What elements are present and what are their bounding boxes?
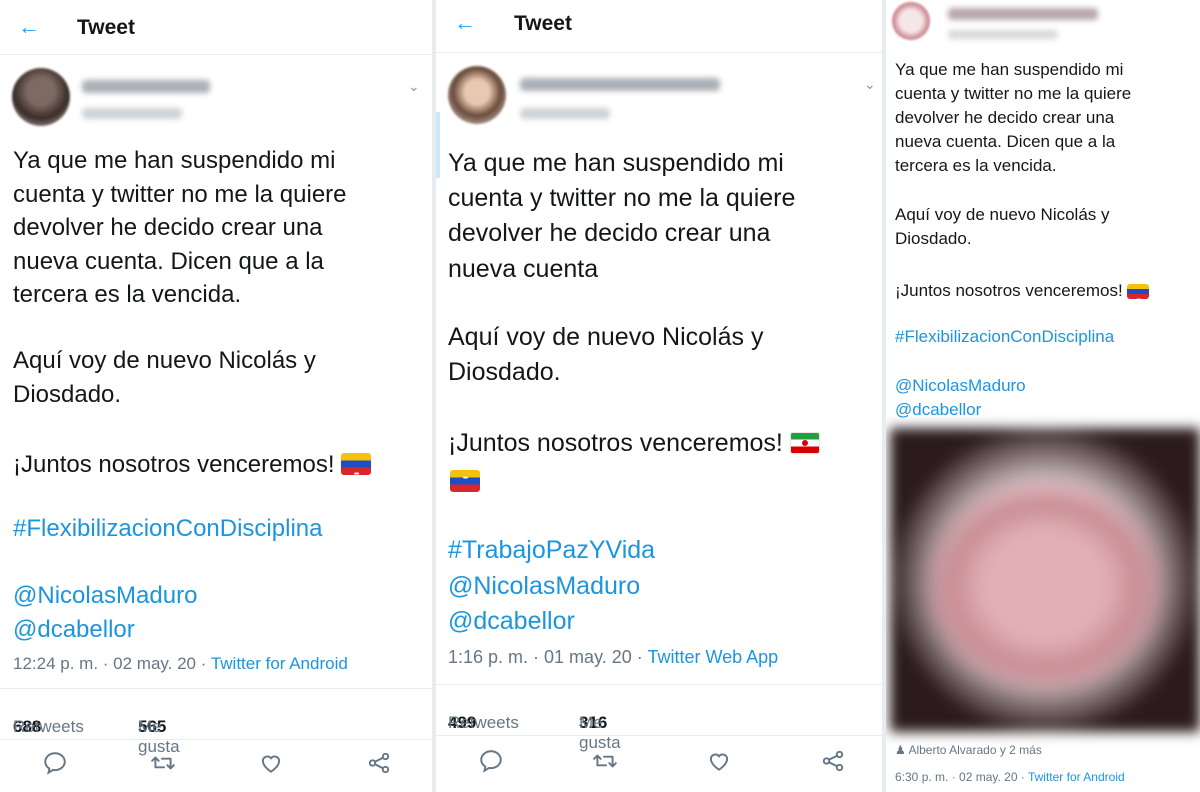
likes-label: Me gusta — [579, 713, 621, 752]
reply-icon[interactable] — [42, 750, 68, 776]
avatar[interactable] — [12, 68, 70, 126]
tweet-text-line: ¡Juntos nosotros venceremos! — [448, 426, 820, 461]
tweet-text: ¡Juntos nosotros venceremos! — [895, 281, 1128, 300]
mention-link[interactable]: @NicolasMaduro — [895, 376, 1026, 396]
chevron-down-icon[interactable]: ⌄ — [864, 76, 876, 93]
tweet-panel-3: Ya que me han suspendido mi cuenta y twi… — [886, 0, 1200, 792]
tweet-text-paragraph: Aquí voy de nuevo Nicolás y Diosdado. — [13, 347, 316, 408]
tweet-stats: 688 Retweets 565 Me gusta — [0, 688, 432, 756]
mention-link[interactable]: @dcabellor — [895, 400, 981, 420]
tweet-meta: 1:16 p. m. · 01 may. 20 · Twitter Web Ap… — [448, 647, 778, 668]
back-arrow-icon[interactable]: ← — [454, 10, 476, 36]
back-arrow-icon[interactable]: ← — [18, 14, 40, 40]
tagged-users[interactable]: ♟ Alberto Alvarado y 2 más — [895, 743, 1042, 757]
hashtag-link[interactable]: #FlexibilizacionConDisciplina — [13, 515, 322, 543]
blurred-handle — [520, 108, 610, 119]
header-title: Tweet — [77, 16, 135, 39]
header-title: Tweet — [514, 12, 572, 35]
share-icon[interactable] — [820, 748, 846, 774]
tweet-meta: 6:30 p. m. · 02 may. 20 · Twitter for An… — [895, 770, 1125, 784]
source-link[interactable]: Twitter Web App — [647, 647, 778, 667]
blurred-handle — [948, 30, 1058, 39]
blurred-display-name[interactable] — [948, 8, 1098, 20]
like-icon[interactable] — [258, 750, 284, 776]
venezuela-flag-icon — [1127, 284, 1150, 313]
tweet-header: ← Tweet — [0, 0, 432, 55]
tweet-panel-2: ← Tweet ⌄ Ya que me han suspendido mi cu… — [436, 0, 882, 792]
venezuela-flag-icon — [450, 470, 480, 492]
hashtag-link[interactable]: #TrabajoPazYVida — [448, 536, 655, 565]
tweet-text: ¡Juntos nosotros venceremos! — [13, 451, 342, 478]
hashtag-link[interactable]: #FlexibilizacionConDisciplina — [895, 327, 1114, 347]
tweet-text-paragraph: Ya que me han suspendido mi cuenta y twi… — [13, 147, 347, 308]
tweet-header: ← Tweet — [436, 0, 882, 53]
timestamp: 6:30 p. m. · 02 may. 20 · — [895, 770, 1028, 784]
thread-line — [436, 112, 440, 178]
retweets-label: Retweets — [448, 713, 519, 732]
retweets-label: Retweets — [13, 717, 84, 736]
tweet-actions — [0, 750, 432, 780]
retweet-icon[interactable] — [592, 748, 618, 774]
tweet-text-line: ¡Juntos nosotros venceremos! — [895, 279, 1150, 313]
blurred-display-name[interactable] — [82, 80, 210, 93]
tweet-actions — [436, 748, 882, 778]
share-icon[interactable] — [366, 750, 392, 776]
tweet-meta: 12:24 p. m. · 02 may. 20 · Twitter for A… — [13, 654, 348, 674]
tweet-text-paragraph: Ya que me han suspendido mi cuenta y twi… — [448, 149, 796, 283]
person-icon: ♟ — [895, 743, 909, 757]
retweet-icon[interactable] — [150, 750, 176, 776]
avatar[interactable] — [892, 2, 930, 40]
tweet-text-paragraph: Ya que me han suspendido mi cuenta y twi… — [895, 60, 1132, 175]
blurred-handle — [82, 108, 182, 119]
chevron-down-icon[interactable]: ⌄ — [408, 78, 420, 95]
tweet-text: ¡Juntos nosotros venceremos! — [448, 429, 790, 457]
tweet-text-paragraph: Aquí voy de nuevo Nicolás y Diosdado. — [895, 205, 1110, 248]
mention-link[interactable]: @NicolasMaduro — [13, 582, 197, 610]
mention-link[interactable]: @NicolasMaduro — [448, 572, 640, 601]
venezuela-flag-icon — [341, 453, 372, 492]
iran-flag-icon — [789, 432, 820, 454]
tweet-text-paragraph: Aquí voy de nuevo Nicolás y Diosdado. — [448, 323, 764, 387]
source-link[interactable]: Twitter for Android — [1028, 770, 1125, 784]
avatar[interactable] — [448, 66, 506, 124]
tweet-panel-1: ← Tweet ⌄ Ya que me han suspendido mi cu… — [0, 0, 432, 792]
tagged-users-text: Alberto Alvarado y 2 más — [908, 743, 1042, 757]
blurred-display-name[interactable] — [520, 78, 720, 91]
mention-link[interactable]: @dcabellor — [448, 607, 575, 636]
like-icon[interactable] — [706, 748, 732, 774]
reply-icon[interactable] — [478, 748, 504, 774]
flag-line — [450, 470, 480, 494]
mention-link[interactable]: @dcabellor — [13, 616, 135, 644]
timestamp: 1:16 p. m. · 01 may. 20 · — [448, 647, 648, 667]
tweet-text-line: ¡Juntos nosotros venceremos! — [13, 448, 372, 492]
blurred-attached-image[interactable] — [890, 428, 1200, 732]
timestamp: 12:24 p. m. · 02 may. 20 · — [13, 654, 211, 673]
tweet-stats: 499 Retweets 316 Me gusta — [436, 684, 882, 752]
source-link[interactable]: Twitter for Android — [211, 654, 348, 673]
